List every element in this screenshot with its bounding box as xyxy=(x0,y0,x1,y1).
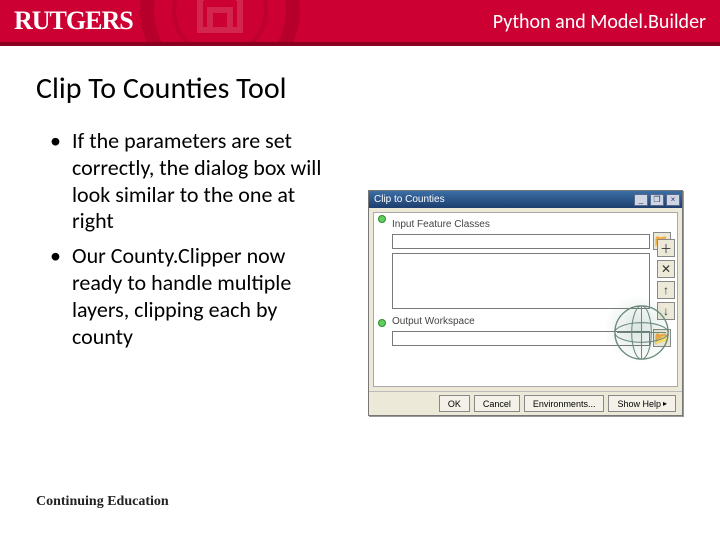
dialog-titlebar[interactable]: Clip to Counties _ ❐ × xyxy=(369,191,682,208)
bullet-item: If the parameters are set correctly, the… xyxy=(50,128,340,235)
brand-logo: RUTGERS xyxy=(14,6,133,36)
add-button[interactable]: ＋ xyxy=(657,239,675,257)
input-features-label: Input Feature Classes xyxy=(392,219,671,230)
window-controls: _ ❐ × xyxy=(634,194,680,206)
course-title: Python and Model.Builder xyxy=(493,10,706,34)
ok-button[interactable]: OK xyxy=(439,395,470,412)
dialog-body: Input Feature Classes 📂 ＋ ✕ ↑ ↓ Output W… xyxy=(373,212,678,387)
dialog-footer: OK Cancel Environments... Show Help xyxy=(369,391,682,415)
globe-icon xyxy=(603,294,673,364)
dialog-title-text: Clip to Counties xyxy=(374,194,445,205)
environments-button[interactable]: Environments... xyxy=(524,395,605,412)
seal-watermark xyxy=(140,0,300,46)
slide-title: Clip To Counties Tool xyxy=(36,70,287,107)
required-marker-icon xyxy=(378,319,386,327)
close-button[interactable]: × xyxy=(666,194,680,206)
bullet-list: If the parameters are set correctly, the… xyxy=(50,128,340,359)
seal-icon xyxy=(170,0,270,46)
slide-header: RUTGERS Python and Model.Builder xyxy=(0,0,720,46)
show-help-button[interactable]: Show Help xyxy=(608,395,676,412)
required-marker-icon xyxy=(378,215,386,223)
remove-button[interactable]: ✕ xyxy=(657,260,675,278)
globe-watermark xyxy=(603,294,673,364)
maximize-button[interactable]: ❐ xyxy=(650,194,664,206)
minimize-button[interactable]: _ xyxy=(634,194,648,206)
cancel-button[interactable]: Cancel xyxy=(474,395,520,412)
tool-dialog: Clip to Counties _ ❐ × Input Feature Cla… xyxy=(368,190,683,416)
input-feature-path-field[interactable] xyxy=(392,234,650,249)
footer-text: Continuing Education xyxy=(36,494,169,510)
bullet-item: Our County.Clipper now ready to handle m… xyxy=(50,243,340,350)
